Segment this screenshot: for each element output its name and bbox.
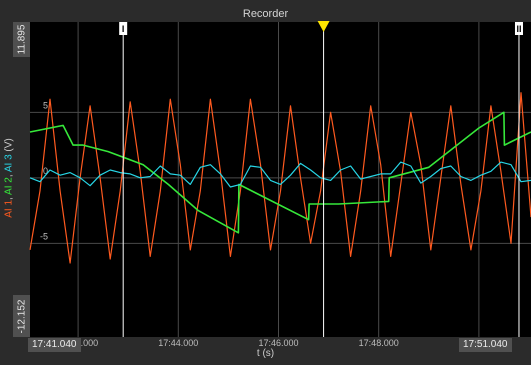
y-max-value: 11.895 [16,24,27,55]
x-tick-label-1: 17:44.000 [158,338,198,348]
y-tick-label-2: 5 [43,100,48,110]
y-min-value: -12.152 [16,299,28,333]
y-min-value-box[interactable]: -12.152 [13,295,30,337]
cursor-label-3: II [516,24,521,34]
x-axis-label: t (s) [256,348,275,359]
cursor-label-1: I [122,24,125,34]
x-tick-label-3: 17:48.000 [359,338,399,348]
y-tick-label-0: -5 [40,231,48,241]
plot-background [30,22,531,337]
x-tick-label-2: 17:46.000 [258,338,298,348]
plot-area[interactable]: -50517:42.00017:44.00017:46.00017:48.000… [0,0,531,365]
y-tick-label-1: 0 [43,166,48,176]
y-max-value-box[interactable]: 11.895 [13,22,30,57]
